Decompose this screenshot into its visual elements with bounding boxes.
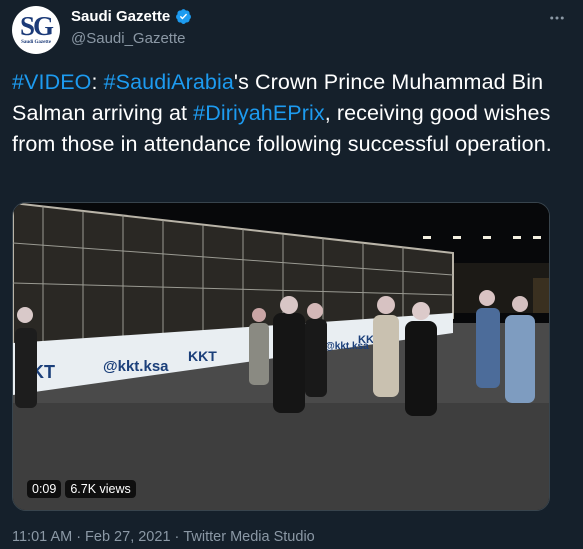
- author-display-name[interactable]: Saudi Gazette: [71, 8, 170, 25]
- tweet-time[interactable]: 11:01 AM: [12, 529, 72, 545]
- verified-badge-icon: [176, 9, 192, 24]
- meta-separator: ·: [174, 529, 180, 545]
- author-handle[interactable]: @Saudi_Gazette: [71, 30, 185, 47]
- hashtag-video[interactable]: #VIDEO: [12, 70, 91, 94]
- avatar-logo-text: SG: [19, 10, 54, 41]
- avatar-logo-subtext: Saudi Gazette: [21, 40, 51, 45]
- banner-text: @kkt.ksa: [103, 358, 169, 375]
- tweet-text: #VIDEO: #SaudiArabia's Crown Prince Muha…: [12, 67, 572, 160]
- author-name-row[interactable]: Saudi Gazette: [71, 8, 192, 25]
- more-options-button[interactable]: [543, 4, 571, 32]
- tweet-date[interactable]: Feb 27, 2021: [85, 529, 170, 545]
- video-frame: KT @kkt.ksa KKT @kkt.ksa KKT: [13, 203, 549, 510]
- video-overlay: 0:09 6.7K views: [27, 480, 136, 498]
- hashtag-diriyaheprix[interactable]: #DiriyahEPrix: [193, 101, 325, 125]
- avatar[interactable]: SG Saudi Gazette: [12, 6, 60, 54]
- hashtag-saudiarabia[interactable]: #SaudiArabia: [104, 70, 234, 94]
- meta-separator: ·: [76, 529, 82, 545]
- tweet-source[interactable]: Twitter Media Studio: [183, 529, 314, 545]
- video-player[interactable]: KT @kkt.ksa KKT @kkt.ksa KKT 0:09 6.7K v…: [12, 202, 550, 511]
- tweet-text-segment: :: [91, 70, 104, 94]
- video-views-badge: 6.7K views: [65, 480, 136, 498]
- more-options-icon: [550, 16, 564, 20]
- banner-text: KKT: [188, 348, 217, 364]
- tweet-meta: 11:01 AM · Feb 27, 2021 · Twitter Media …: [12, 529, 315, 545]
- video-duration-badge: 0:09: [27, 480, 62, 498]
